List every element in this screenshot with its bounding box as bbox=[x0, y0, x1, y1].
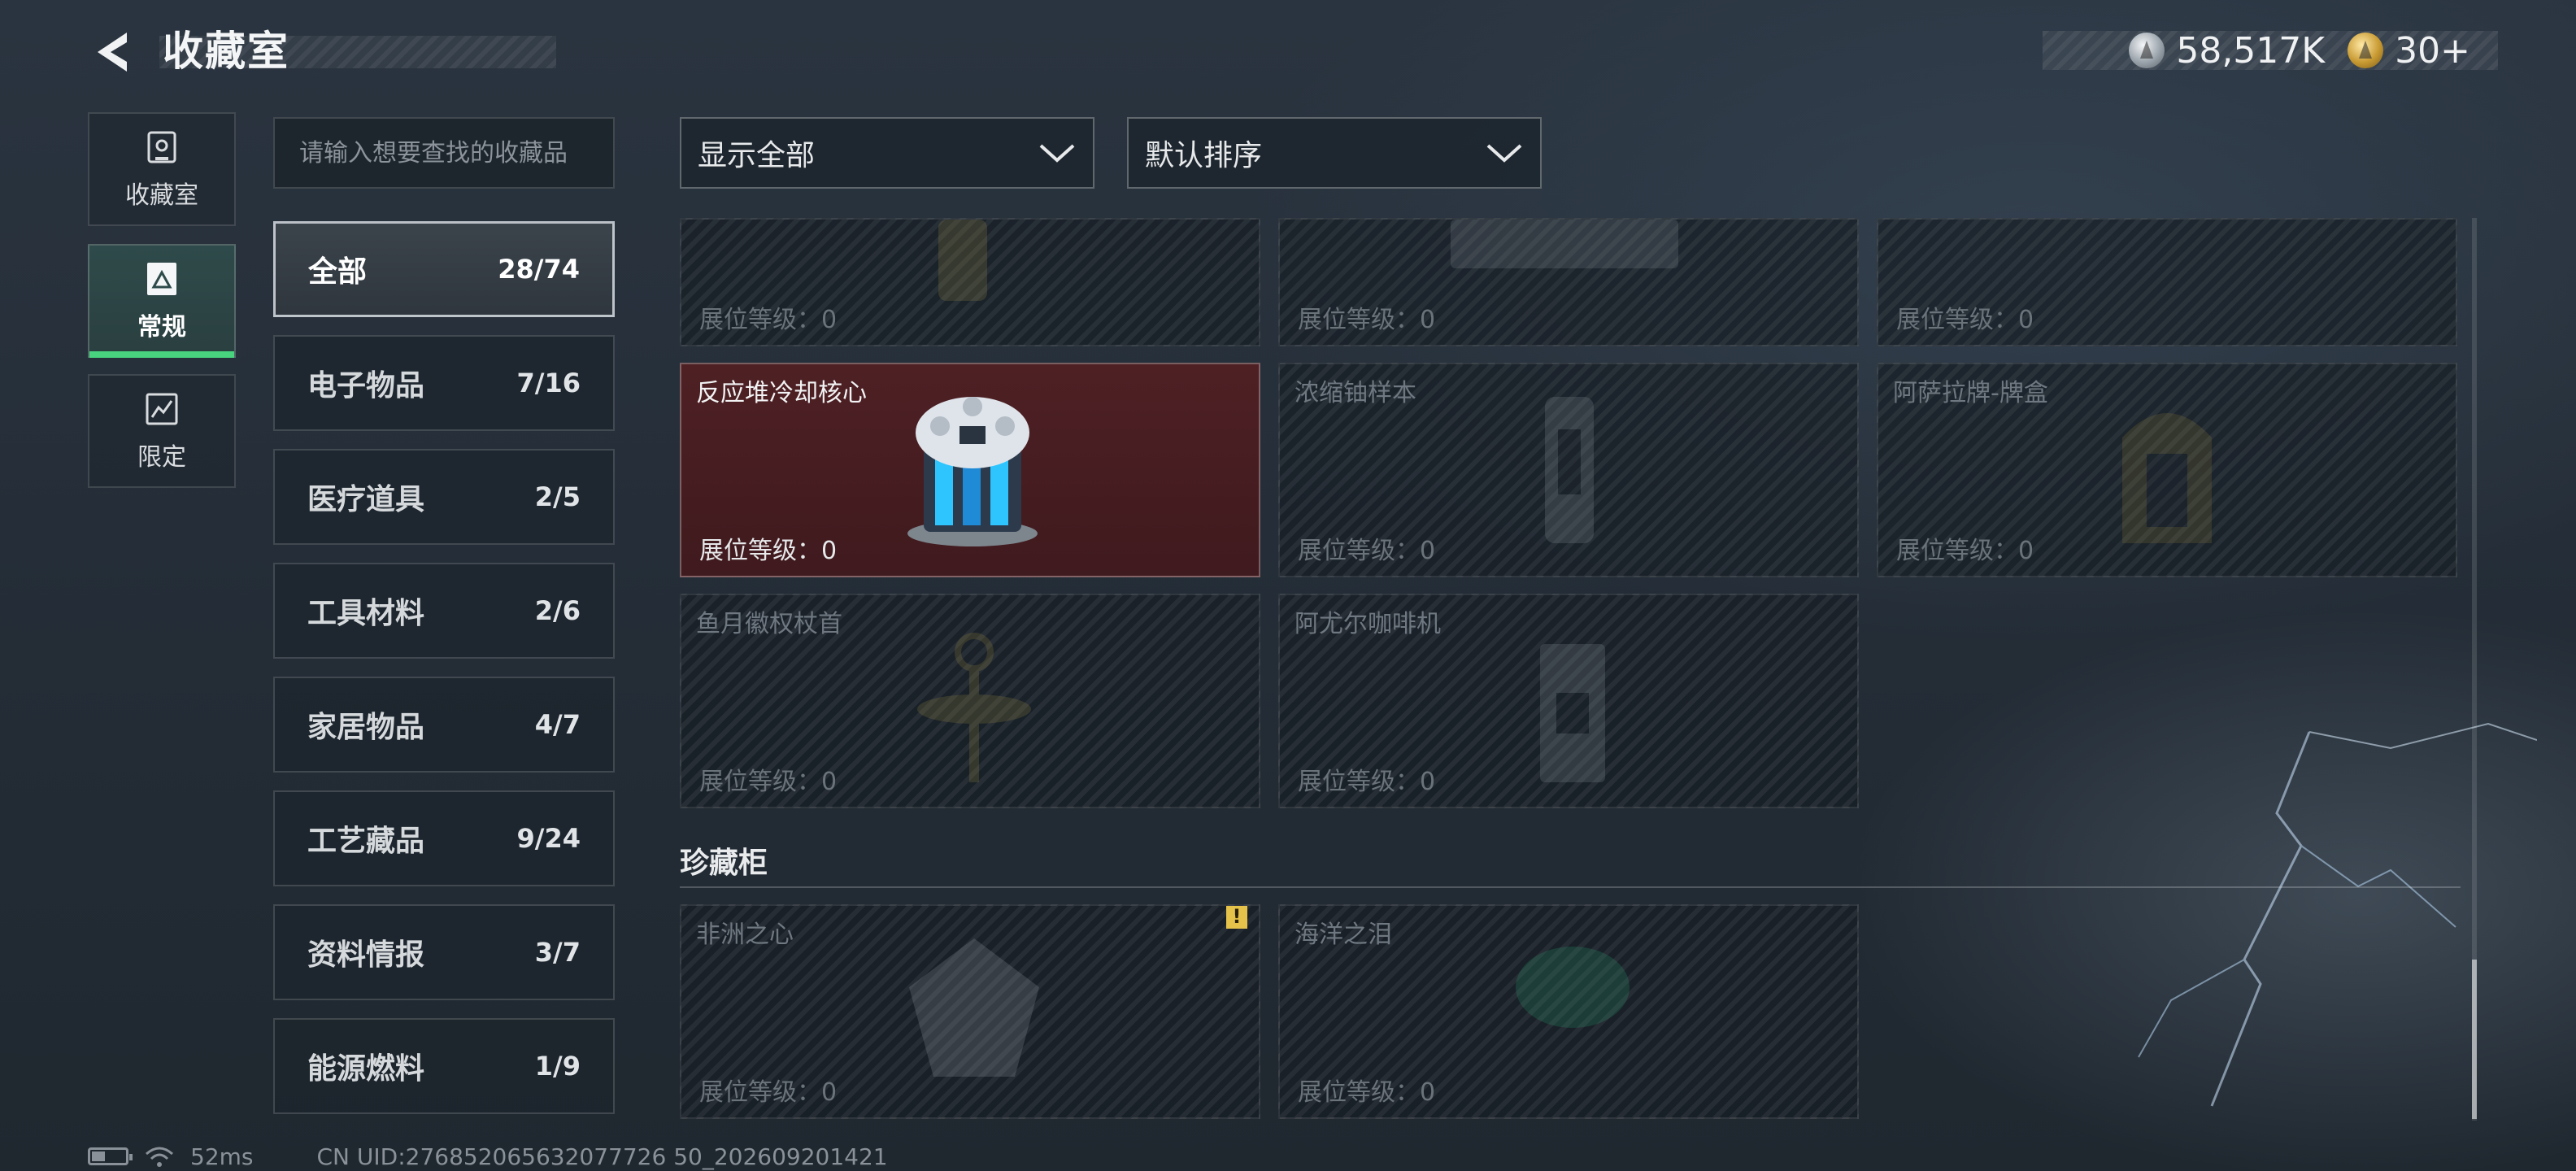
showcase-level: 展位等级：0 bbox=[1896, 306, 2034, 334]
silver-coin-icon bbox=[2129, 33, 2165, 68]
item-name: 反应堆冷却核心 bbox=[696, 379, 867, 407]
item-name: 鱼月徽权杖首 bbox=[696, 610, 842, 638]
showcase-level: 展位等级：0 bbox=[699, 1078, 838, 1107]
category-name: 资料情报 bbox=[307, 938, 425, 972]
tab-limited[interactable]: 限定 bbox=[88, 374, 236, 488]
category-name: 医疗道具 bbox=[307, 483, 425, 516]
showcase-card[interactable]: 海洋之泪 展位等级：0 bbox=[1278, 904, 1859, 1119]
category-count: 4/7 bbox=[534, 709, 581, 740]
sort-value: 默认排序 bbox=[1145, 139, 1263, 172]
gold-coin-icon bbox=[2348, 33, 2384, 68]
warning-icon: ! bbox=[1226, 906, 1247, 929]
category-name: 工艺藏品 bbox=[307, 825, 425, 858]
uid-text: CN UID:276852065632077726 50_20260920142… bbox=[316, 1143, 888, 1170]
showcase-level: 展位等级：0 bbox=[699, 306, 838, 334]
regular-icon bbox=[147, 263, 176, 295]
showcase-card[interactable]: 非洲之心 ! 展位等级：0 bbox=[680, 904, 1260, 1119]
category-name: 家居物品 bbox=[307, 711, 425, 744]
tab-collection-room[interactable]: 收藏室 bbox=[88, 112, 236, 226]
category-medical[interactable]: 医疗道具 2/5 bbox=[273, 449, 615, 545]
showcase-level: 展位等级：0 bbox=[699, 768, 838, 796]
category-tools[interactable]: 工具材料 2/6 bbox=[273, 563, 615, 659]
show-filter-value: 显示全部 bbox=[698, 139, 816, 172]
section-title: 珍藏柜 bbox=[680, 847, 768, 880]
silver-coin-value: 58,517K bbox=[2176, 29, 2326, 72]
collectible-card[interactable]: 阿萨拉牌-牌盒 展位等级：0 bbox=[1877, 363, 2457, 577]
chevron-down-icon bbox=[1039, 144, 1075, 163]
item-silhouette-icon bbox=[1451, 220, 1678, 268]
item-name: 海洋之泪 bbox=[1295, 921, 1392, 949]
category-electronics[interactable]: 电子物品 7/16 bbox=[273, 335, 615, 431]
category-count: 9/24 bbox=[516, 823, 581, 854]
category-count: 3/7 bbox=[534, 937, 581, 968]
showcase-level: 展位等级：0 bbox=[1298, 1078, 1436, 1107]
item-name: 阿尤尔咖啡机 bbox=[1295, 610, 1441, 638]
collectible-card[interactable]: 浓缩铀样本 展位等级：0 bbox=[1278, 363, 1859, 577]
category-intel[interactable]: 资料情报 3/7 bbox=[273, 904, 615, 1000]
search-input[interactable] bbox=[273, 117, 615, 189]
collectible-card-selected[interactable]: 反应堆冷却核心 展位等级：0 bbox=[680, 363, 1260, 577]
collectible-card[interactable]: 展位等级：0 bbox=[1877, 218, 2457, 346]
active-tab-indicator bbox=[89, 351, 234, 358]
wifi-icon bbox=[146, 1147, 173, 1167]
reactor-core-icon bbox=[907, 397, 1038, 546]
coffee-machine-icon bbox=[1540, 644, 1605, 782]
page-title: 收藏室 bbox=[163, 28, 289, 75]
scrollbar-thumb[interactable] bbox=[2472, 960, 2477, 1119]
uranium-sample-icon bbox=[1545, 397, 1594, 543]
battery-icon bbox=[88, 1147, 133, 1165]
limited-icon bbox=[146, 393, 178, 425]
status-bar: 52ms CN UID:276852065632077726 50_202609… bbox=[88, 1142, 888, 1171]
item-name: 浓缩铀样本 bbox=[1295, 379, 1416, 407]
category-energy[interactable]: 能源燃料 1/9 bbox=[273, 1018, 615, 1114]
diamond-icon bbox=[909, 938, 1039, 1077]
show-filter-dropdown[interactable]: 显示全部 bbox=[680, 117, 1094, 189]
card-box-icon bbox=[2122, 413, 2212, 543]
gem-icon bbox=[1516, 947, 1630, 1028]
collectible-card[interactable]: 展位等级：0 bbox=[1278, 218, 1859, 346]
category-count: 2/5 bbox=[534, 481, 581, 512]
tab-label: 收藏室 bbox=[125, 181, 198, 210]
category-household[interactable]: 家居物品 4/7 bbox=[273, 677, 615, 773]
tab-regular[interactable]: 常规 bbox=[88, 244, 236, 358]
gold-coin-value[interactable]: 30+ bbox=[2395, 30, 2470, 72]
category-name: 全部 bbox=[308, 255, 368, 289]
category-crafts[interactable]: 工艺藏品 9/24 bbox=[273, 790, 615, 886]
category-count: 28/74 bbox=[498, 254, 580, 285]
lightning-decoration bbox=[2138, 722, 2537, 1107]
sort-dropdown[interactable]: 默认排序 bbox=[1127, 117, 1542, 189]
showcase-level: 展位等级：0 bbox=[1298, 768, 1436, 796]
category-count: 7/16 bbox=[516, 368, 581, 398]
item-name: 阿萨拉牌-牌盒 bbox=[1893, 379, 2048, 407]
ping-value: 52ms bbox=[190, 1143, 254, 1170]
showcase-level: 展位等级：0 bbox=[1896, 537, 2034, 565]
showcase-level: 展位等级：0 bbox=[1298, 537, 1436, 565]
collection-room-icon bbox=[147, 131, 176, 163]
tab-label: 常规 bbox=[137, 313, 186, 342]
category-name: 能源燃料 bbox=[307, 1052, 425, 1086]
category-all[interactable]: 全部 28/74 bbox=[273, 221, 615, 317]
category-name: 电子物品 bbox=[307, 369, 425, 403]
item-name: 非洲之心 bbox=[696, 921, 794, 949]
collectible-card[interactable]: 鱼月徽权杖首 展位等级：0 bbox=[680, 594, 1260, 808]
category-name: 工具材料 bbox=[307, 597, 425, 630]
showcase-level: 展位等级：0 bbox=[1298, 306, 1436, 334]
category-count: 1/9 bbox=[534, 1051, 581, 1082]
category-count: 2/6 bbox=[534, 595, 581, 626]
back-arrow-icon[interactable] bbox=[88, 28, 137, 76]
item-silhouette-icon bbox=[938, 220, 987, 301]
currency-bar: 58,517K 30+ bbox=[2043, 29, 2498, 72]
scepter-head-icon bbox=[917, 633, 1031, 782]
chevron-down-icon bbox=[1486, 144, 1522, 163]
collectible-card[interactable]: 阿尤尔咖啡机 展位等级：0 bbox=[1278, 594, 1859, 808]
section-divider bbox=[680, 886, 2461, 888]
showcase-level: 展位等级：0 bbox=[699, 537, 838, 565]
tab-label: 限定 bbox=[137, 443, 186, 472]
collectible-card[interactable]: 展位等级：0 bbox=[680, 218, 1260, 346]
